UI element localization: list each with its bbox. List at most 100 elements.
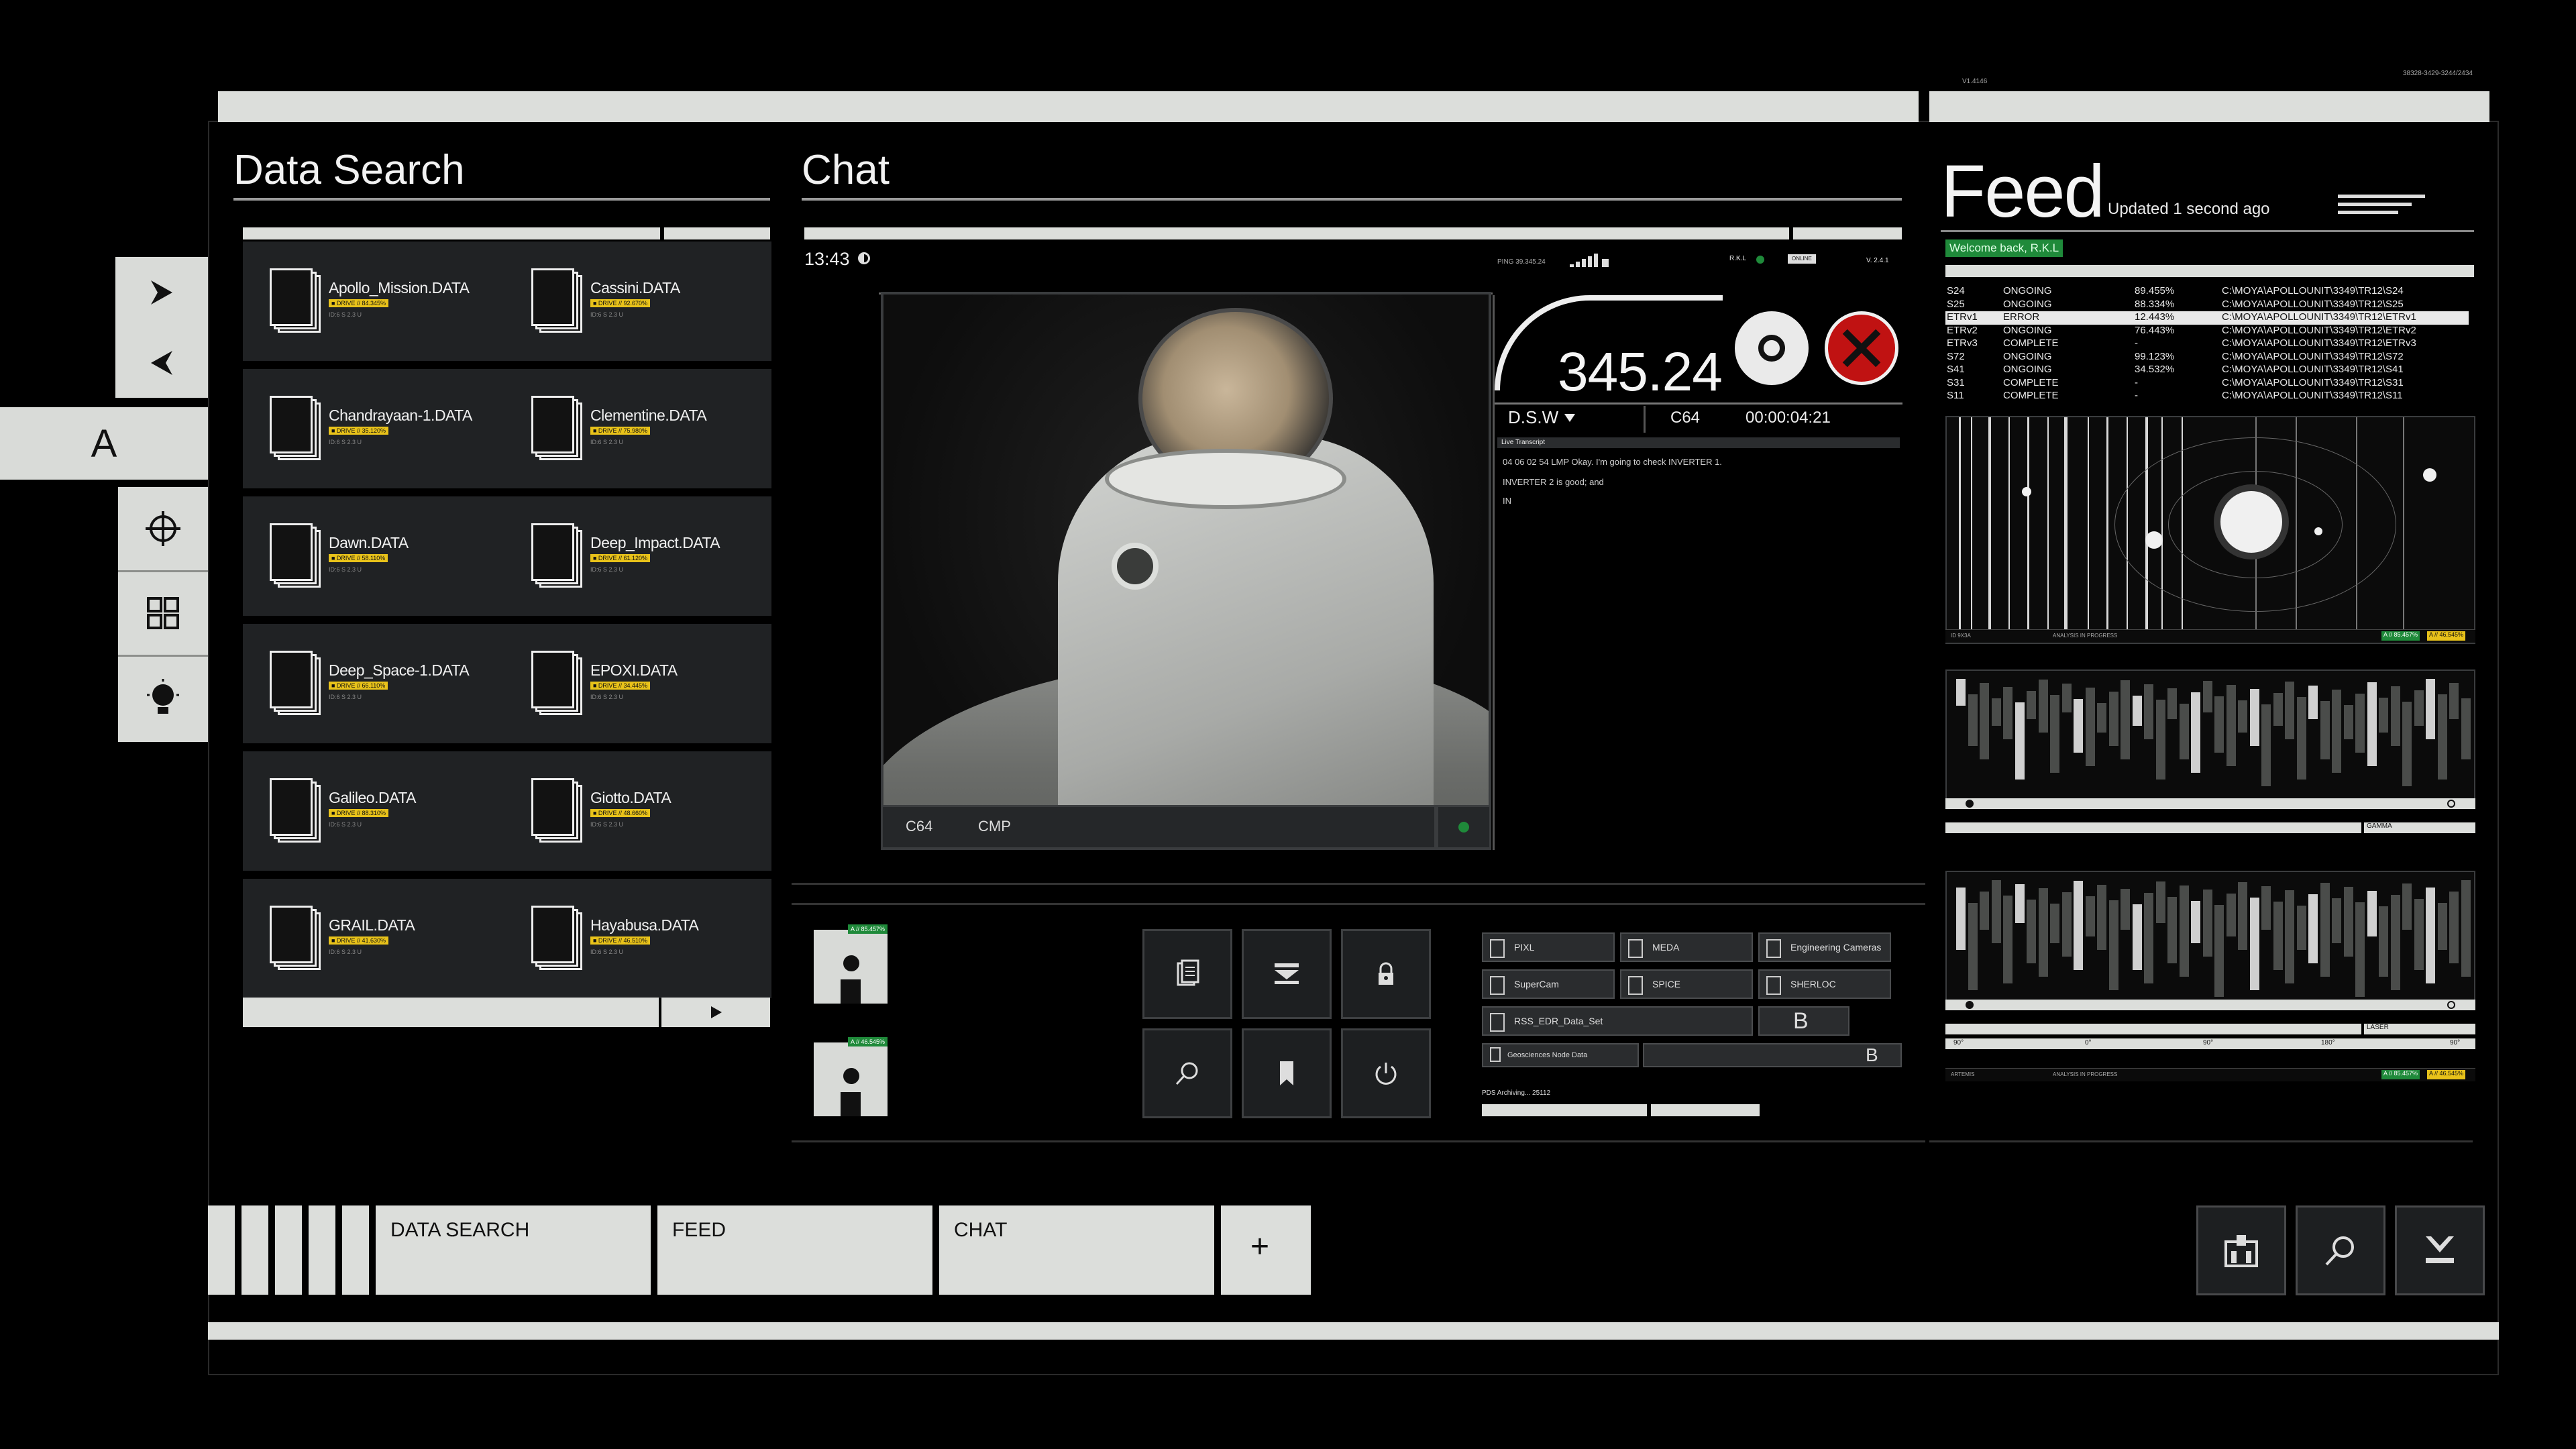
- clipboard-button[interactable]: [1142, 929, 1232, 1019]
- chevron-right-icon[interactable]: [115, 257, 208, 327]
- spectrum-bar: [2027, 900, 2036, 963]
- file-item[interactable]: Clementine.DATA ■ DRIVE // 75.980% ID:6 S …: [531, 369, 786, 488]
- feed-updated: Updated 1 second ago: [2108, 200, 2270, 218]
- slider-knob[interactable]: [1966, 800, 1974, 808]
- viz1-footer: ID 9X3A ANALYSIS IN PROGRESS A // 85.457…: [1945, 629, 2475, 643]
- lock-icon: [1379, 962, 1393, 985]
- dataset-chip[interactable]: RSS_EDR_Data_Set: [1482, 1006, 1753, 1036]
- dataset-chip[interactable]: PIXL: [1482, 932, 1615, 962]
- spectrum-bar: [2437, 694, 2447, 780]
- dataset-chip[interactable]: SPICE: [1620, 969, 1753, 999]
- file-item[interactable]: Hayabusa.DATA ■ DRIVE // 46.510% ID:6 S 2.…: [531, 879, 786, 998]
- download-button[interactable]: [2395, 1205, 2485, 1295]
- reel-icon[interactable]: [1735, 311, 1809, 385]
- feed-row[interactable]: S24 ONGOING 89.455% C:\MOYA\APOLLOUNIT\3349…: [1945, 285, 2469, 299]
- dataset-chip[interactable]: MEDA: [1620, 932, 1753, 962]
- feed-row[interactable]: S72 ONGOING 99.123% C:\MOYA\APOLLOUNIT\3349…: [1945, 351, 2469, 364]
- lock-button[interactable]: [1341, 929, 1431, 1019]
- dsw-label[interactable]: D.S.W: [1508, 407, 1576, 428]
- video-feed[interactable]: [881, 292, 1491, 850]
- file-item[interactable]: Chandrayaan-1.DATA ■ DRIVE // 35.120% ID:6…: [270, 369, 525, 488]
- spectrum-bar: [2461, 880, 2471, 977]
- feed-row[interactable]: S41 ONGOING 34.532% C:\MOYA\APOLLOUNIT\3349…: [1945, 364, 2469, 377]
- document-icon: [270, 268, 321, 333]
- feed-row[interactable]: ETRv3 COMPLETE - C:\MOYA\APOLLOUNIT\3349\TR…: [1945, 337, 2469, 351]
- spectrum-bar: [2437, 903, 2447, 950]
- close-icon[interactable]: [1825, 311, 1898, 385]
- file-item[interactable]: Deep_Impact.DATA ■ DRIVE // 61.120% ID:6 S…: [531, 496, 786, 616]
- file-item[interactable]: Deep_Space-1.DATA ■ DRIVE // 66.110% ID:6 …: [270, 624, 525, 743]
- taskbar-stub: [309, 1205, 335, 1295]
- dataset-chip[interactable]: Geosciences Node Data: [1482, 1043, 1639, 1067]
- network-button[interactable]: [2196, 1205, 2286, 1295]
- search-button[interactable]: [1142, 1028, 1232, 1118]
- slider-knob[interactable]: [1966, 1001, 1974, 1009]
- record-dot: [1458, 822, 1469, 833]
- inbox-button[interactable]: [1242, 929, 1332, 1019]
- spectrum-bar: [2332, 898, 2341, 943]
- chevron-left-icon[interactable]: [115, 327, 208, 398]
- file-item[interactable]: Giotto.DATA ■ DRIVE // 48.660% ID:6 S 2.3 …: [531, 751, 786, 871]
- file-badge: ■ DRIVE // 75.980%: [590, 427, 650, 435]
- dataset-chip[interactable]: Engineering Cameras: [1758, 932, 1891, 962]
- viz3-slider[interactable]: [1945, 1000, 2475, 1010]
- file-item[interactable]: EPOXI.DATA ■ DRIVE // 34.445% ID:6 S 2.3 U: [531, 624, 786, 743]
- feed-id: ETRv2: [1947, 324, 1978, 336]
- file-item[interactable]: Dawn.DATA ■ DRIVE // 58.110% ID:6 S 2.3 U: [270, 496, 525, 616]
- file-item[interactable]: Galileo.DATA ■ DRIVE // 88.310% ID:6 S 2.3…: [270, 751, 525, 871]
- feed-row[interactable]: S25 ONGOING 88.334% C:\MOYA\APOLLOUNIT\3349…: [1945, 299, 2469, 312]
- feed-row[interactable]: S31 COMPLETE - C:\MOYA\APOLLOUNIT\3349\TR12…: [1945, 377, 2469, 390]
- degree-tick: 90°: [1953, 1039, 1964, 1046]
- feed-table: S24 ONGOING 89.455% C:\MOYA\APOLLOUNIT\3349…: [1945, 285, 2469, 403]
- crosshair-icon[interactable]: [118, 487, 208, 570]
- tab-feed[interactable]: FEED: [657, 1205, 932, 1295]
- next-page-button[interactable]: [661, 998, 770, 1027]
- spectrum-bar: [2238, 882, 2247, 950]
- viz3-tag: A // 46.545%: [2427, 1070, 2466, 1079]
- bulb-icon[interactable]: [118, 656, 208, 742]
- spectrum-bar: [2003, 687, 2012, 739]
- tab-data-search[interactable]: DATA SEARCH: [376, 1205, 651, 1295]
- spectrum-bar: [2402, 883, 2412, 930]
- archive-progress: [1482, 1104, 1647, 1116]
- dataset-chip[interactable]: SHERLOC: [1758, 969, 1891, 999]
- slider-knob[interactable]: [2447, 1001, 2455, 1009]
- dock-letter-button[interactable]: A: [0, 407, 208, 480]
- document-icon: [531, 523, 582, 588]
- add-tab-button[interactable]: +: [1221, 1205, 1311, 1295]
- play-icon: [711, 1006, 722, 1018]
- spectrum-bar: [2097, 703, 2106, 733]
- grid-icon[interactable]: [118, 572, 208, 655]
- menu-icon[interactable]: [2338, 195, 2425, 198]
- power-button[interactable]: [1341, 1028, 1431, 1118]
- search-button[interactable]: [2296, 1205, 2385, 1295]
- file-item[interactable]: GRAIL.DATA ■ DRIVE // 41.630% ID:6 S 2.3 U: [270, 879, 525, 998]
- feed-percent: -: [2135, 390, 2138, 401]
- spectrum-bar: [2179, 704, 2189, 759]
- viz2-slider[interactable]: [1945, 798, 2475, 809]
- slider-knob[interactable]: [2447, 800, 2455, 808]
- feed-row[interactable]: S11 COMPLETE - C:\MOYA\APOLLOUNIT\3349\TR12…: [1945, 390, 2469, 403]
- feed-row[interactable]: ETRv2 ONGOING 76.443% C:\MOYA\APOLLOUNIT\33…: [1945, 325, 2469, 338]
- feed-path: C:\MOYA\APOLLOUNIT\3349\TR12\S41: [2222, 364, 2404, 375]
- file-name: Chandrayaan-1.DATA: [329, 407, 472, 424]
- tab-chat[interactable]: CHAT: [939, 1205, 1214, 1295]
- file-item[interactable]: Cassini.DATA ■ DRIVE // 92.670% ID:6 S 2.3…: [531, 241, 786, 361]
- dataset-letter-chip[interactable]: B: [1643, 1043, 1902, 1067]
- dataset-letter-chip[interactable]: B: [1758, 1006, 1849, 1036]
- floppy-disk-icon[interactable]: A // 46.545%: [814, 1037, 888, 1116]
- file-name: Deep_Impact.DATA: [590, 534, 720, 551]
- spectrum-bar: [2449, 683, 2459, 719]
- feed-status: COMPLETE: [2003, 337, 2059, 349]
- feed-percent: -: [2135, 376, 2138, 388]
- file-meta: ID:6 S 2.3 U: [329, 694, 362, 700]
- dataset-chip[interactable]: SuperCam: [1482, 969, 1615, 999]
- network-icon: [2224, 1235, 2258, 1267]
- bookmark-button[interactable]: [1242, 1028, 1332, 1118]
- feed-row[interactable]: ETRv1 ERROR 12.443% C:\MOYA\APOLLOUNIT\3349…: [1945, 311, 2469, 325]
- degree-tick: 90°: [2203, 1039, 2214, 1046]
- dock-tool-group: [118, 487, 208, 742]
- file-badge: ■ DRIVE // 84.345%: [329, 299, 388, 307]
- floppy-disk-icon[interactable]: A // 85.457%: [814, 924, 888, 1004]
- file-item[interactable]: Apollo_Mission.DATA ■ DRIVE // 84.345% ID:…: [270, 241, 525, 361]
